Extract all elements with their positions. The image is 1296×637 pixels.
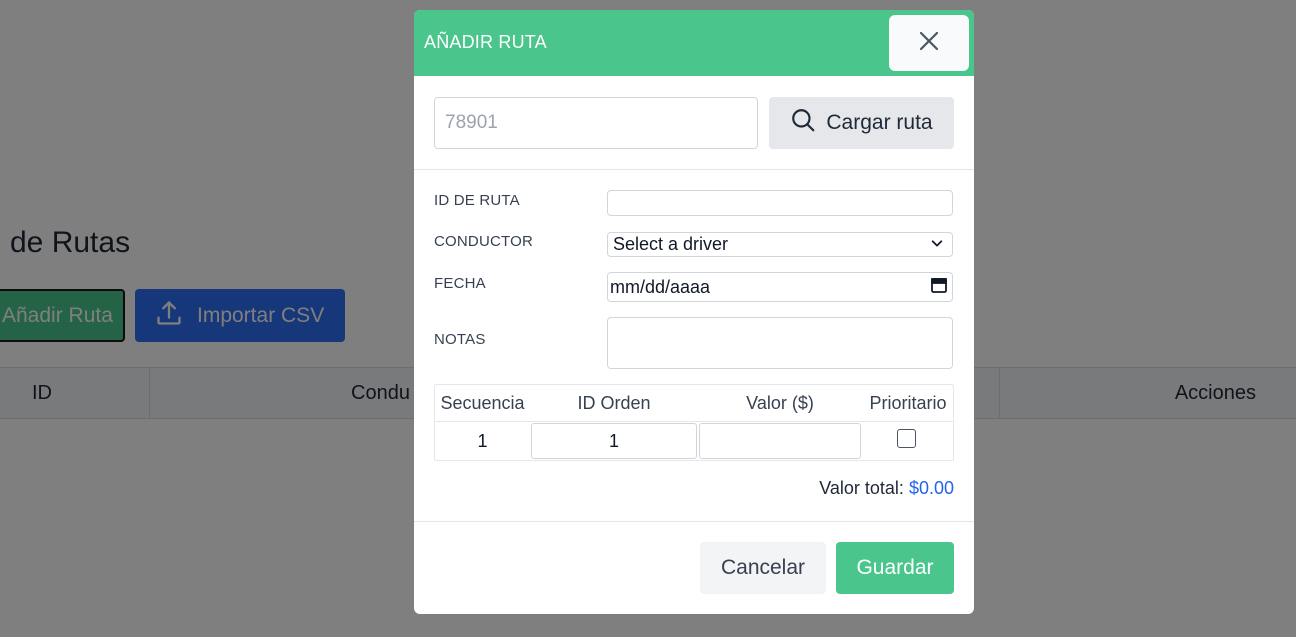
cancel-button-label: Cancelar — [720, 556, 806, 579]
load-route-button[interactable]: Cargar ruta — [769, 97, 954, 149]
date-label: FECHA — [434, 275, 486, 292]
total-value: $0.00 — [908, 478, 954, 498]
route-search-input[interactable] — [434, 97, 758, 149]
chevron-down-icon — [930, 234, 944, 255]
save-button-label: Guardar — [856, 556, 934, 579]
total-label: Valor total: — [819, 478, 904, 498]
priority-checkbox[interactable] — [897, 429, 916, 448]
route-id-label: ID DE RUTA — [434, 192, 520, 209]
search-icon — [790, 107, 816, 139]
divider — [414, 521, 974, 522]
notes-label: NOTAS — [434, 331, 486, 348]
calendar-icon[interactable] — [930, 276, 948, 299]
close-button[interactable] — [889, 15, 969, 71]
column-header-order-id: ID Orden — [577, 393, 651, 413]
route-id-field[interactable] — [607, 190, 953, 216]
value-input[interactable] — [699, 423, 861, 459]
column-header-value: Valor ($) — [746, 393, 814, 413]
driver-label: CONDUCTOR — [434, 233, 534, 250]
order-id-input[interactable]: 1 — [531, 423, 697, 459]
column-header-sequence: Secuencia — [440, 393, 525, 413]
stops-table: Secuencia ID Orden Valor ($) Prioritario… — [434, 384, 954, 461]
divider — [414, 169, 974, 170]
load-route-button-label: Cargar ruta — [826, 111, 933, 134]
notes-textarea[interactable] — [607, 317, 953, 369]
column-header-priority: Prioritario — [869, 393, 947, 413]
cancel-button[interactable]: Cancelar — [700, 542, 826, 594]
driver-select[interactable]: Select a driver — [607, 232, 953, 257]
date-field[interactable]: mm/dd/aaaa — [607, 272, 953, 302]
close-icon — [917, 29, 941, 58]
driver-select-value: Select a driver — [613, 234, 729, 254]
save-button[interactable]: Guardar — [836, 542, 954, 594]
add-route-modal: AÑADIR RUTA Cargar ruta ID DE RUTA CONDU… — [414, 10, 974, 614]
sequence-cell: 1 — [477, 431, 488, 451]
modal-title: AÑADIR RUTA — [424, 32, 547, 52]
total-value-row: Valor total: $0.00 — [819, 478, 954, 499]
modal-header: AÑADIR RUTA — [414, 10, 974, 76]
date-field-placeholder: mm/dd/aaaa — [610, 276, 711, 297]
